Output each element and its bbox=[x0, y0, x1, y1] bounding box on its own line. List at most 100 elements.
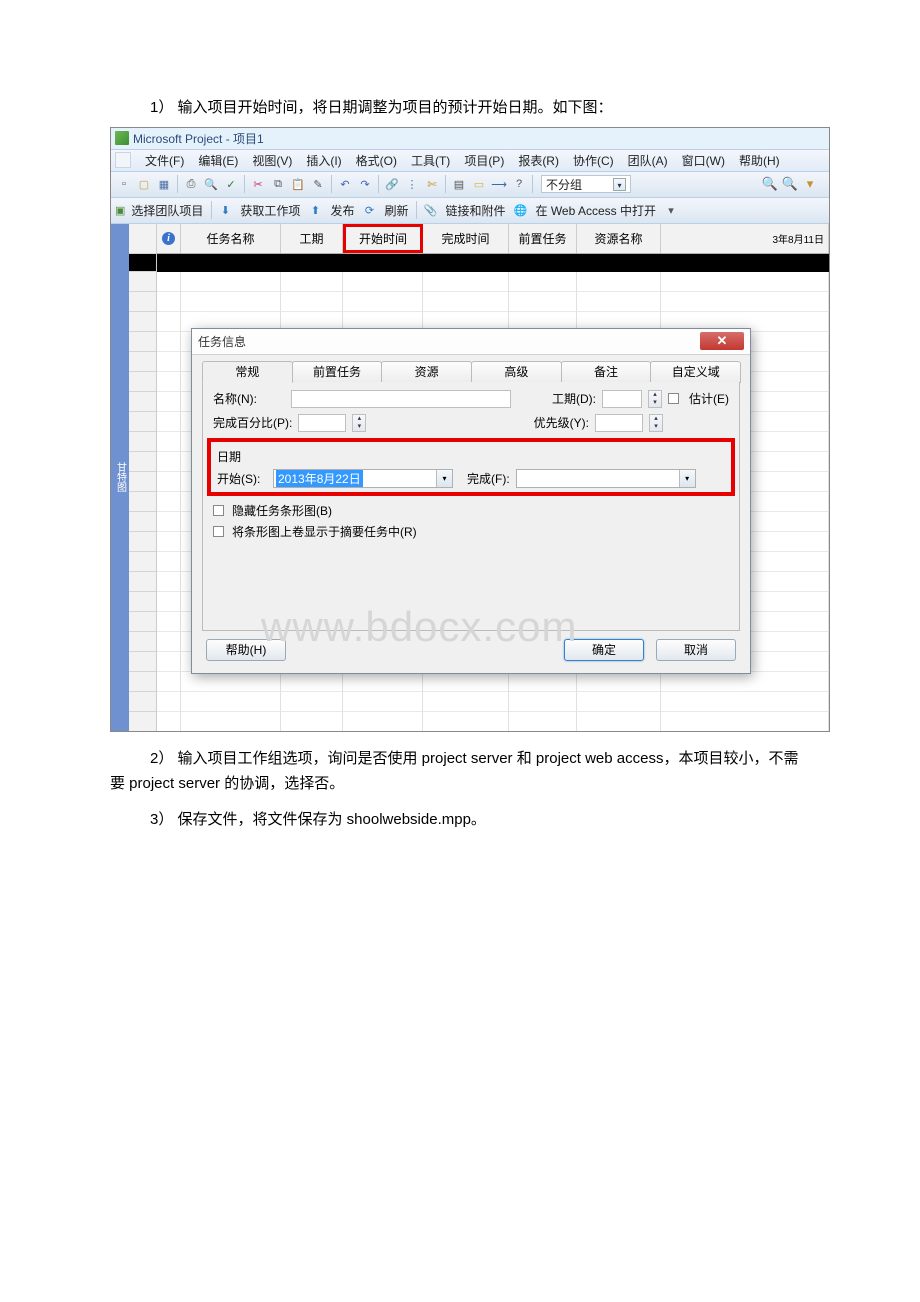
duration-input[interactable] bbox=[602, 390, 642, 408]
select-team-button[interactable]: 选择团队项目 bbox=[127, 202, 207, 219]
duration-spinner[interactable]: ▴▾ bbox=[648, 390, 662, 408]
copy-icon[interactable]: ⧉ bbox=[269, 175, 287, 193]
attachment-icon[interactable]: 📎 bbox=[421, 201, 439, 219]
tab-notes[interactable]: 备注 bbox=[561, 361, 652, 383]
group-filter[interactable]: 不分组 ▾ bbox=[541, 175, 631, 193]
publish-button[interactable]: 发布 bbox=[326, 202, 358, 219]
step1-text: 1） 输入项目开始时间，将日期调整为项目的预计开始日期。如下图： bbox=[110, 95, 810, 121]
col-duration[interactable]: 工期 bbox=[281, 224, 343, 253]
titlebar: Microsoft Project - 项目1 bbox=[111, 128, 829, 150]
finish-label: 完成(F): bbox=[467, 470, 510, 487]
print-icon[interactable]: ⎙ bbox=[182, 175, 200, 193]
tab-adv[interactable]: 高级 bbox=[471, 361, 562, 383]
undo-icon[interactable]: ↶ bbox=[336, 175, 354, 193]
unlink-icon[interactable]: ⋮ bbox=[403, 175, 421, 193]
spell-icon[interactable]: ✓ bbox=[222, 175, 240, 193]
info-icon[interactable]: ▤ bbox=[450, 175, 468, 193]
cancel-button[interactable]: 取消 bbox=[656, 639, 736, 661]
menu-collab[interactable]: 协作(C) bbox=[567, 151, 620, 170]
info-column-icon: i bbox=[162, 232, 175, 245]
scroll-task-icon[interactable]: ▾ bbox=[801, 175, 819, 193]
dates-group-label: 日期 bbox=[217, 448, 727, 465]
toolbar-overflow-icon[interactable]: ▾ bbox=[662, 201, 680, 219]
col-timescale[interactable]: 3年8月11日 bbox=[661, 224, 829, 253]
col-start[interactable]: 开始时间 bbox=[343, 224, 423, 253]
menu-tools[interactable]: 工具(T) bbox=[405, 151, 456, 170]
new-icon[interactable]: ▫ bbox=[115, 175, 133, 193]
collab-toolbar: ▣ 选择团队项目 ⬇ 获取工作项 ⬆ 发布 ⟳ 刷新 📎 链接和附件 🌐 在 W… bbox=[111, 198, 829, 224]
web-icon[interactable]: 🌐 bbox=[511, 201, 529, 219]
start-date-combo[interactable]: 2013年8月22日 ▾ bbox=[273, 469, 453, 488]
close-button[interactable]: ✕ bbox=[700, 332, 744, 350]
dropdown-arrow-icon: ▾ bbox=[613, 178, 626, 191]
menu-file[interactable]: 文件(F) bbox=[139, 151, 190, 170]
open-icon[interactable]: ▢ bbox=[135, 175, 153, 193]
tab-general[interactable]: 常规 bbox=[202, 361, 293, 383]
zoom-in-icon[interactable]: 🔍 bbox=[761, 175, 779, 193]
priority-input[interactable] bbox=[595, 414, 643, 432]
hide-bar-checkbox[interactable] bbox=[213, 505, 224, 516]
menu-report[interactable]: 报表(R) bbox=[512, 151, 565, 170]
zoom-out-icon[interactable]: 🔍 bbox=[781, 175, 799, 193]
refresh-icon[interactable]: ⟳ bbox=[360, 201, 378, 219]
menu-format[interactable]: 格式(O) bbox=[350, 151, 403, 170]
finish-date-combo[interactable]: ▾ bbox=[516, 469, 696, 488]
percent-label: 完成百分比(P): bbox=[213, 414, 292, 431]
col-pred[interactable]: 前置任务 bbox=[509, 224, 577, 253]
note-icon[interactable]: ▭ bbox=[470, 175, 488, 193]
ok-button[interactable]: 确定 bbox=[564, 639, 644, 661]
system-menu-icon[interactable] bbox=[115, 152, 131, 168]
tab-custom[interactable]: 自定义域 bbox=[650, 361, 741, 383]
col-finish[interactable]: 完成时间 bbox=[423, 224, 509, 253]
menu-help[interactable]: 帮助(H) bbox=[733, 151, 786, 170]
publish-icon[interactable]: ⬆ bbox=[306, 201, 324, 219]
percent-input[interactable] bbox=[298, 414, 346, 432]
menu-insert[interactable]: 插入(I) bbox=[300, 151, 347, 170]
priority-spinner[interactable]: ▴▾ bbox=[649, 414, 663, 432]
app-screenshot: Microsoft Project - 项目1 文件(F) 编辑(E) 视图(V… bbox=[110, 127, 830, 732]
links-button[interactable]: 链接和附件 bbox=[441, 202, 509, 219]
estimate-checkbox[interactable] bbox=[668, 393, 679, 404]
paste-icon[interactable]: 📋 bbox=[289, 175, 307, 193]
name-input[interactable] bbox=[291, 390, 511, 408]
dialog-title: 任务信息 bbox=[198, 333, 246, 350]
task-info-dialog: 任务信息 ✕ 常规 前置任务 资源 高级 备注 自定义域 名称(N): bbox=[191, 328, 751, 674]
col-res[interactable]: 资源名称 bbox=[577, 224, 661, 253]
team-project-icon[interactable]: ▣ bbox=[115, 201, 125, 219]
get-items-button[interactable]: 获取工作项 bbox=[236, 202, 304, 219]
row-headers bbox=[129, 224, 157, 731]
web-open-button[interactable]: 在 Web Access 中打开 bbox=[531, 202, 659, 219]
goto-icon[interactable]: ⟶ bbox=[490, 175, 508, 193]
col-taskname[interactable]: 任务名称 bbox=[181, 224, 281, 253]
app-icon bbox=[115, 131, 129, 145]
menu-view[interactable]: 视图(V) bbox=[246, 151, 298, 170]
dialog-titlebar[interactable]: 任务信息 ✕ bbox=[192, 329, 750, 355]
selected-summary-row bbox=[157, 254, 829, 272]
percent-spinner[interactable]: ▴▾ bbox=[352, 414, 366, 432]
link-icon[interactable]: 🔗 bbox=[383, 175, 401, 193]
menu-team[interactable]: 团队(A) bbox=[622, 151, 674, 170]
menu-edit[interactable]: 编辑(E) bbox=[192, 151, 244, 170]
help-button[interactable]: 帮助(H) bbox=[206, 639, 286, 661]
rollup-checkbox[interactable] bbox=[213, 526, 224, 537]
col-info[interactable]: i bbox=[157, 224, 181, 253]
get-items-icon[interactable]: ⬇ bbox=[216, 201, 234, 219]
format-painter-icon[interactable]: ✎ bbox=[309, 175, 327, 193]
cut-icon[interactable]: ✂ bbox=[249, 175, 267, 193]
menu-window[interactable]: 窗口(W) bbox=[676, 151, 731, 170]
tab-pred[interactable]: 前置任务 bbox=[292, 361, 383, 383]
hide-bar-label: 隐藏任务条形图(B) bbox=[232, 502, 332, 519]
view-bar[interactable]: 甘特图 bbox=[111, 224, 129, 731]
help-toolbar-icon[interactable]: ? bbox=[510, 175, 528, 193]
tab-res[interactable]: 资源 bbox=[381, 361, 472, 383]
refresh-button[interactable]: 刷新 bbox=[380, 202, 412, 219]
rollup-label: 将条形图上卷显示于摘要任务中(R) bbox=[232, 523, 417, 540]
split-icon[interactable]: ✄ bbox=[423, 175, 441, 193]
duration-label: 工期(D): bbox=[552, 390, 596, 407]
app-title: Microsoft Project - 项目1 bbox=[133, 130, 264, 147]
menu-project[interactable]: 项目(P) bbox=[458, 151, 510, 170]
step3-text: 3） 保存文件，将文件保存为 shoolwebside.mpp。 bbox=[110, 807, 810, 833]
save-icon[interactable]: ▦ bbox=[155, 175, 173, 193]
preview-icon[interactable]: 🔍 bbox=[202, 175, 220, 193]
redo-icon[interactable]: ↷ bbox=[356, 175, 374, 193]
